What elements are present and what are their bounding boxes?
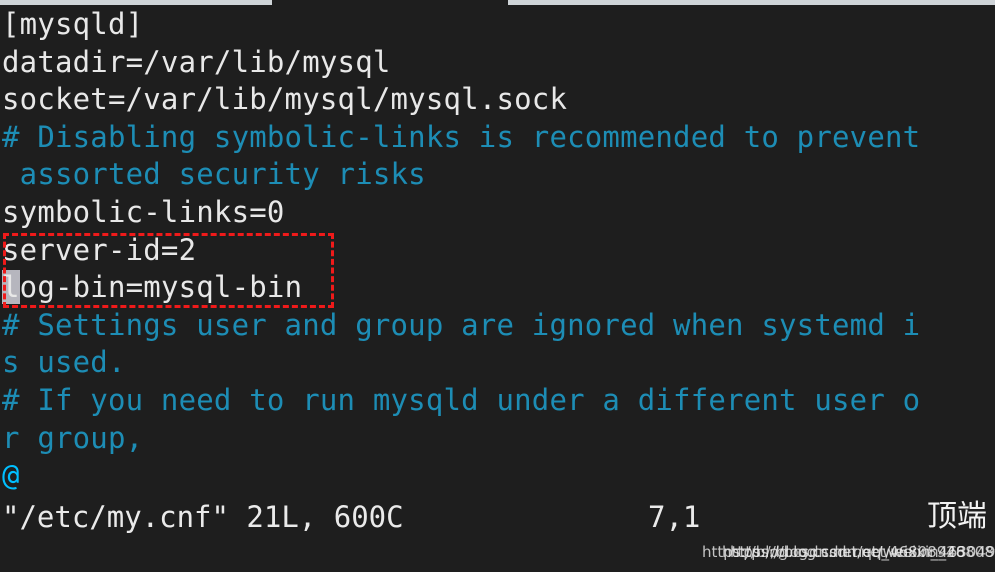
buffer-line[interactable]: log-bin=mysql-bin (0, 269, 995, 307)
buffer-line[interactable]: [mysqld] (0, 6, 995, 44)
watermark-group: https://blog.csdn.net/qq_46808928 https:… (0, 540, 995, 566)
status-file-info: "/etc/my.cnf" 21L, 600C (2, 500, 404, 534)
window-chrome-left-segment (0, 0, 272, 5)
vim-status-line: "/etc/my.cnf" 21L, 600C 7,1 顶端 (0, 497, 995, 537)
buffer-line[interactable]: server-id=2 (0, 232, 995, 270)
cjk-overlay-label: 顶端 (927, 499, 987, 534)
watermark-url-3: https://blog.csdn.net/weixin_46808923 (730, 543, 995, 561)
buffer-line[interactable]: r group, (0, 420, 995, 458)
buffer-line[interactable]: symbolic-links=0 (0, 194, 995, 232)
window-chrome-right-segment (508, 0, 995, 5)
text-cursor: l (2, 270, 20, 305)
vim-text-buffer[interactable]: [mysqld] datadir=/var/lib/mysql socket=/va… (0, 6, 995, 495)
buffer-line[interactable]: s used. (0, 344, 995, 382)
buffer-line[interactable]: assorted security risks (0, 156, 995, 194)
buffer-line-text: og-bin=mysql-bin (19, 270, 303, 305)
status-cursor-position: 7,1 (648, 500, 701, 534)
buffer-line[interactable]: socket=/var/lib/mysql/mysql.sock (0, 81, 995, 119)
buffer-line[interactable]: # Disabling symbolic-links is recommende… (0, 119, 995, 157)
buffer-line[interactable]: @ (0, 457, 995, 495)
terminal-screenshot: [mysqld] datadir=/var/lib/mysql socket=/va… (0, 0, 995, 572)
buffer-line[interactable]: datadir=/var/lib/mysql (0, 44, 995, 82)
buffer-line[interactable]: # Settings user and group are ignored wh… (0, 307, 995, 345)
buffer-line[interactable]: # If you need to run mysqld under a diff… (0, 382, 995, 420)
